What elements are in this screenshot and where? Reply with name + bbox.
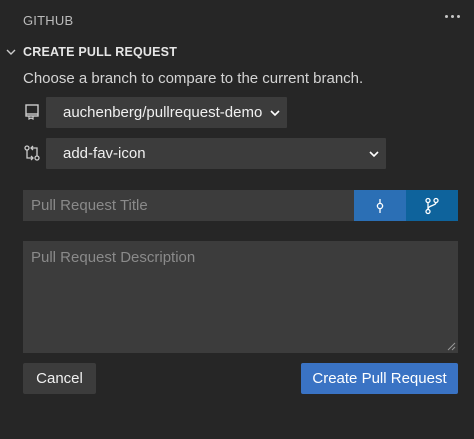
create-pull-request-button[interactable]: Create Pull Request: [301, 363, 458, 394]
description-placeholder: Pull Request Description: [31, 249, 196, 266]
use-branch-title-button[interactable]: [406, 190, 458, 221]
repository-select[interactable]: auchenberg/pullrequest-demo: [46, 97, 287, 128]
panel-title: GITHUB: [23, 13, 74, 28]
repository-select-value: auchenberg/pullrequest-demo: [63, 104, 263, 121]
instructions-text: Choose a branch to compare to the curren…: [23, 70, 364, 87]
pull-request-title-input[interactable]: Pull Request Title: [23, 190, 354, 221]
title-source-toggle[interactable]: [354, 190, 458, 221]
branch-select-value: add-fav-icon: [63, 145, 146, 162]
ellipsis-icon[interactable]: [442, 6, 462, 26]
chevron-down-icon: [270, 109, 280, 116]
pull-request-description-input[interactable]: Pull Request Description: [23, 241, 458, 353]
compare-icon: [24, 145, 40, 161]
cancel-button[interactable]: Cancel: [23, 363, 96, 394]
resize-grip-icon[interactable]: [446, 341, 456, 351]
section-title[interactable]: CREATE PULL REQUEST: [23, 45, 177, 59]
commit-icon: [376, 198, 384, 213]
chevron-down-icon[interactable]: [5, 46, 17, 58]
title-placeholder: Pull Request Title: [31, 197, 148, 214]
repo-icon: [25, 104, 39, 120]
branch-select[interactable]: add-fav-icon: [46, 138, 386, 169]
git-branch-icon: [425, 197, 439, 214]
chevron-down-icon: [369, 150, 379, 157]
use-commit-title-button[interactable]: [354, 190, 406, 221]
